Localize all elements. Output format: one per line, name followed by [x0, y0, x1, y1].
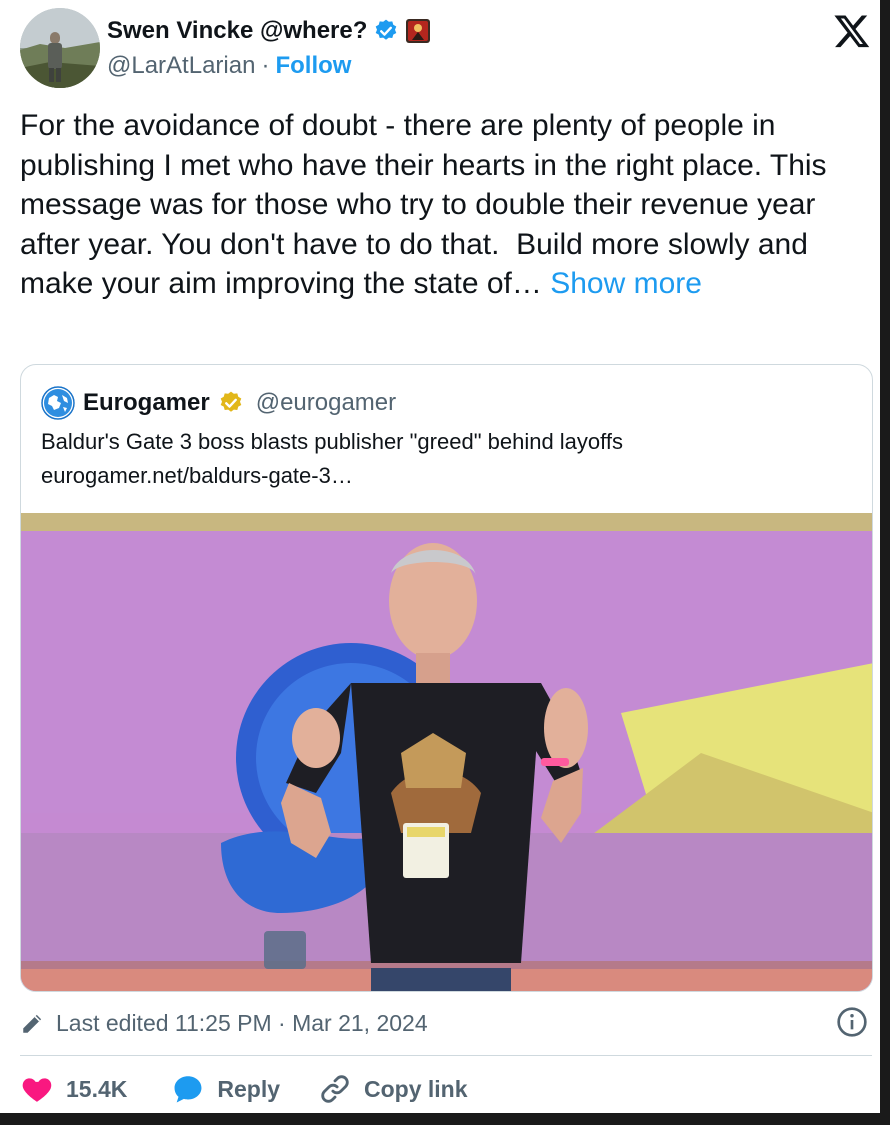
- tweet-card: Swen Vincke @where? @LarAtLarian · Follo…: [0, 0, 880, 1113]
- tweet-text: For the avoidance of doubt - there are p…: [20, 109, 835, 301]
- quoted-tweet-header: Eurogamer @eurogamer: [41, 385, 396, 421]
- affiliate-badge-icon: [406, 19, 431, 43]
- divider: [20, 1055, 872, 1056]
- edited-timestamp[interactable]: Last edited 11:25 PM · Mar 21, 2024: [56, 1010, 428, 1037]
- quoted-article-image[interactable]: [21, 513, 872, 991]
- copy-link-button[interactable]: Copy link: [318, 1072, 468, 1106]
- link-icon: [321, 1075, 349, 1103]
- reply-label: Reply: [217, 1075, 281, 1102]
- separator-dot: ·: [261, 52, 270, 79]
- quoted-author-handle: @eurogamer: [255, 389, 397, 416]
- like-button[interactable]: 15.4K: [20, 1072, 127, 1106]
- edited-info: Last edited 11:25 PM · Mar 21, 2024: [20, 1006, 428, 1040]
- verified-badge-icon: [376, 19, 397, 40]
- reply-button[interactable]: Reply: [171, 1072, 280, 1106]
- quoted-tweet[interactable]: Eurogamer @eurogamer Baldur's Gate 3 bos…: [20, 364, 873, 992]
- x-logo-icon[interactable]: [833, 12, 871, 50]
- author-handle-line: @LarAtLarian · Follow: [107, 50, 351, 82]
- eurogamer-globe-icon[interactable]: [41, 386, 75, 420]
- verified-gold-badge-icon: [220, 391, 241, 412]
- reply-bubble-icon: [174, 1076, 202, 1103]
- quoted-article-link[interactable]: eurogamer.net/baldurs-gate-3…: [41, 463, 353, 489]
- quoted-article-title: Baldur's Gate 3 boss blasts publisher "g…: [41, 429, 623, 454]
- copy-link-label: Copy link: [364, 1075, 468, 1102]
- author-handle[interactable]: @LarAtLarian: [107, 52, 255, 80]
- show-more-link[interactable]: Show more: [550, 267, 702, 300]
- follow-button[interactable]: Follow: [275, 52, 351, 80]
- pencil-icon: [23, 1014, 42, 1033]
- tweet-body: For the avoidance of doubt - there are p…: [20, 106, 870, 304]
- author-avatar[interactable]: [20, 8, 100, 88]
- heart-icon: [22, 1078, 52, 1102]
- quoted-author-name: Eurogamer: [83, 389, 210, 416]
- window-edge-bottom: [0, 1113, 890, 1125]
- window-edge-right: [880, 0, 890, 1125]
- info-icon[interactable]: [836, 1006, 868, 1038]
- author-name-line: Swen Vincke @where?: [107, 14, 431, 48]
- action-bar: 15.4K Reply Copy link: [20, 1068, 468, 1110]
- author-name[interactable]: Swen Vincke @where?: [107, 17, 367, 45]
- like-count: 15.4K: [66, 1075, 128, 1102]
